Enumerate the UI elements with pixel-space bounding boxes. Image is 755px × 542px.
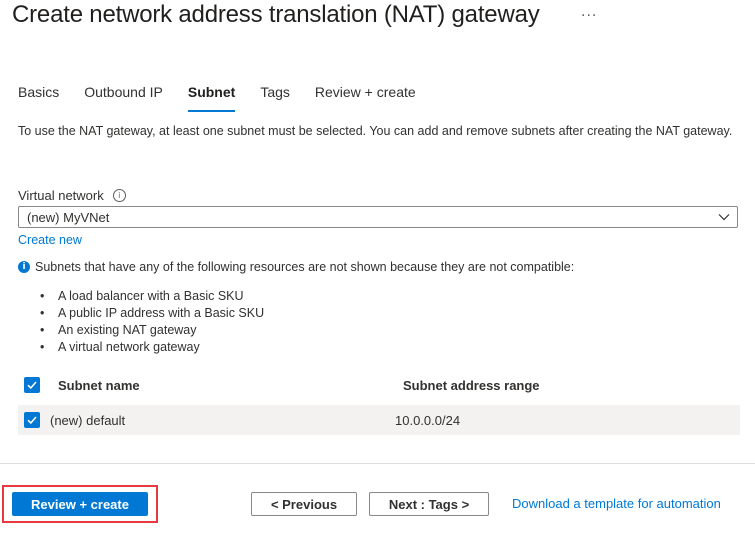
info-icon[interactable]: i [112, 189, 126, 202]
chevron-down-icon [718, 214, 730, 221]
compatibility-note-text: Subnets that have any of the following r… [35, 260, 575, 274]
subnet-description: To use the NAT gateway, at least one sub… [18, 124, 733, 138]
list-item: A public IP address with a Basic SKU [40, 305, 264, 322]
compatibility-note: i Subnets that have any of the following… [18, 260, 574, 274]
previous-button[interactable]: < Previous [251, 492, 357, 516]
incompatible-resources-list: A load balancer with a Basic SKU A publi… [40, 288, 264, 356]
ellipsis-icon[interactable]: ... [581, 3, 597, 21]
list-item: A load balancer with a Basic SKU [40, 288, 264, 305]
table-row[interactable]: (new) default 10.0.0.0/24 [18, 405, 740, 435]
tab-outbound-ip[interactable]: Outbound IP [84, 84, 163, 112]
create-new-link[interactable]: Create new [18, 233, 82, 247]
list-item: A virtual network gateway [40, 339, 264, 356]
page-title: Create network address translation (NAT)… [12, 1, 540, 28]
column-header-subnet-name: Subnet name [58, 378, 140, 393]
virtual-network-dropdown[interactable]: (new) MyVNet [18, 206, 738, 228]
tab-bar: Basics Outbound IP Subnet Tags Review + … [18, 84, 441, 112]
footer-divider [0, 463, 755, 464]
tab-subnet[interactable]: Subnet [187, 84, 236, 112]
download-template-link[interactable]: Download a template for automation [512, 496, 721, 511]
row-checkbox[interactable] [24, 412, 40, 428]
review-create-button[interactable]: Review + create [12, 492, 148, 516]
virtual-network-label: Virtual network [18, 188, 104, 203]
tab-basics[interactable]: Basics [18, 84, 59, 112]
subnet-name-cell: (new) default [50, 413, 126, 428]
tab-tags[interactable]: Tags [260, 84, 290, 112]
subnet-table-header: Subnet name Subnet address range [18, 372, 740, 400]
tab-review-create[interactable]: Review + create [315, 84, 416, 112]
virtual-network-value: (new) MyVNet [27, 209, 110, 225]
next-tags-button[interactable]: Next : Tags > [369, 492, 489, 516]
checkmark-icon [27, 381, 37, 390]
select-all-checkbox[interactable] [24, 377, 40, 393]
checkmark-icon [27, 416, 37, 425]
column-header-address-range: Subnet address range [403, 378, 540, 393]
info-icon: i [18, 261, 30, 273]
subnet-range-cell: 10.0.0.0/24 [395, 413, 461, 428]
virtual-network-label-row: Virtual network i [18, 188, 126, 203]
list-item: An existing NAT gateway [40, 322, 264, 339]
